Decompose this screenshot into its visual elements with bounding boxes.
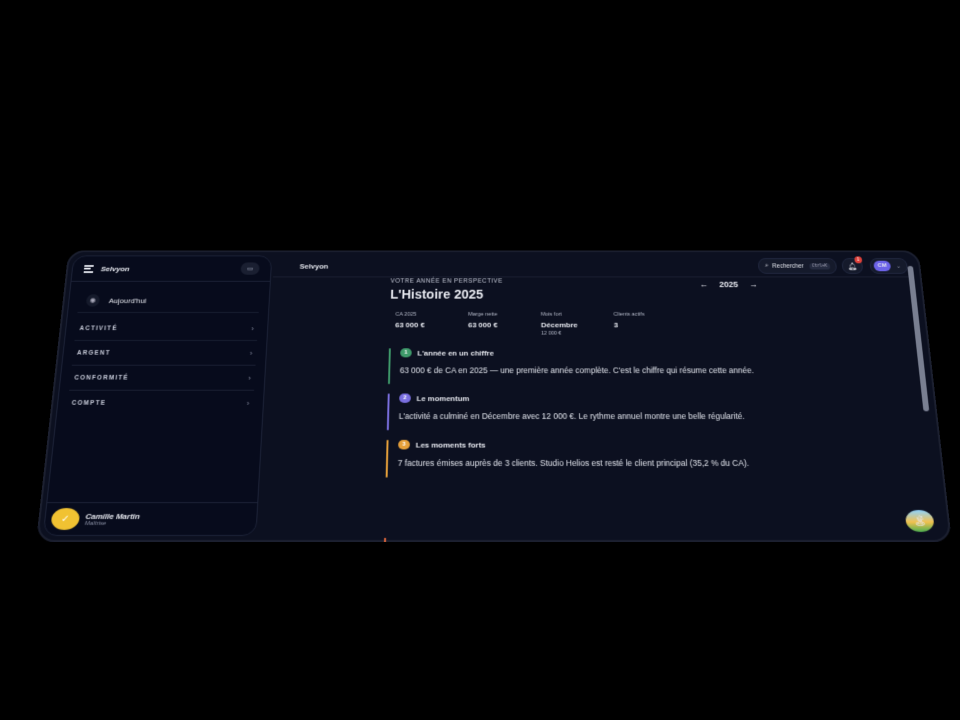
story-number: 1: [400, 348, 412, 357]
story-card: 2 Le momentum L'activité a culminé en Dé…: [387, 394, 795, 423]
chevron-down-icon: ⌄: [896, 263, 901, 269]
page-kicker: VOTRE ANNÉE EN PERSPECTIVE: [391, 278, 766, 284]
story-text: 7 factures émises auprès de 3 clients. S…: [398, 457, 799, 470]
kpi-revenue: CA 2025 63 000 €: [395, 312, 468, 336]
beach-icon: 🏝︎: [913, 515, 927, 526]
user-menu-button[interactable]: CM ⌄: [869, 258, 908, 274]
page-header: VOTRE ANNÉE EN PERSPECTIVE L'Histoire 20…: [389, 278, 769, 336]
story-header: 3 Les moments forts: [398, 440, 797, 450]
next-story-accent: [384, 538, 386, 542]
kpi-active-clients: Clients actifs 3: [613, 312, 687, 336]
story-title: L'année en un chiffre: [417, 349, 493, 357]
scrollbar[interactable]: [907, 266, 929, 411]
bell-icon: 🔔︎: [847, 262, 857, 270]
kpi-label: Clients actifs: [613, 312, 686, 317]
sidebar-section-conformite[interactable]: CONFORMITÉ ›: [69, 366, 255, 391]
story-text: L'activité a culminé en Décembre avec 12…: [399, 410, 795, 422]
user-role: Maîtrise: [85, 520, 140, 526]
chevron-right-icon: ›: [248, 374, 251, 382]
kpi-value: 3: [614, 321, 687, 329]
topbar-title: Selvyon: [299, 262, 758, 270]
sun-icon: ✺: [86, 294, 100, 306]
chevron-right-icon: ›: [250, 349, 253, 357]
notification-badge: 1: [854, 256, 862, 263]
kpi-best-month: Mois fort Décembre 12 000 €: [541, 312, 614, 336]
kpi-subvalue: 12 000 €: [541, 331, 614, 336]
page-title: L'Histoire 2025: [390, 287, 766, 301]
story-header: 1 L'année en un chiffre: [400, 348, 789, 357]
sidebar-section-label: CONFORMITÉ: [74, 374, 129, 380]
kpi-value: 63 000 €: [468, 321, 541, 329]
avatar: ✓: [50, 508, 80, 530]
search-shortcut: Ctrl+K: [809, 263, 830, 269]
kpi-value: Décembre: [541, 321, 614, 329]
story-card: 3 Les moments forts 7 factures émises au…: [386, 440, 799, 470]
kpi-value: 63 000 €: [395, 321, 468, 329]
collapse-sidebar-button[interactable]: ▭: [240, 262, 259, 274]
user-name: Camille Martin: [85, 512, 140, 521]
assistant-avatar[interactable]: 🏝︎: [905, 510, 935, 532]
user-profile[interactable]: ✓ Camille Martin Maîtrise: [44, 502, 258, 535]
sidebar-section-label: ARGENT: [77, 350, 111, 356]
topbar: Selvyon ⌕ Rechercher Ctrl+K 🔔︎ 1 CM ⌄: [273, 255, 909, 277]
sidebar-section-compte[interactable]: COMPTE ›: [67, 391, 254, 415]
story-title: Le momentum: [417, 394, 470, 402]
sidebar-toggle-icon: ▭: [247, 265, 254, 272]
sidebar: Selvyon ▭ ✺ Aujourd'hui ACTIVITÉ › ARGEN…: [43, 255, 273, 535]
sidebar-header: Selvyon ▭: [71, 256, 271, 281]
kpi-label: Mois fort: [541, 312, 614, 317]
logo-icon: [84, 265, 94, 273]
sidebar-item-today[interactable]: ✺ Aujourd'hui: [77, 289, 260, 313]
story-number: 2: [399, 394, 411, 403]
kpi-label: CA 2025: [395, 312, 468, 317]
story-title: Les moments forts: [416, 440, 486, 449]
sidebar-section-argent[interactable]: ARGENT ›: [72, 341, 257, 366]
kpi-label: Marge nette: [468, 312, 541, 317]
brand-name: Selvyon: [100, 265, 241, 273]
sidebar-section-label: ACTIVITÉ: [79, 325, 118, 331]
notifications-button[interactable]: 🔔︎ 1: [841, 258, 863, 274]
sidebar-item-label: Aujourd'hui: [109, 296, 147, 304]
search-label: Rechercher: [772, 263, 804, 269]
kpi-net-margin: Marge nette 63 000 €: [468, 312, 541, 336]
chevron-right-icon: ›: [251, 324, 254, 332]
story-header: 2 Le momentum: [399, 394, 793, 403]
chevron-right-icon: ›: [247, 399, 250, 407]
app-window: Selvyon ▭ ✺ Aujourd'hui ACTIVITÉ › ARGEN…: [36, 250, 952, 542]
story-text: 63 000 € de CA en 2025 — une première an…: [400, 365, 791, 377]
story-number: 3: [398, 440, 410, 450]
sidebar-section-activite[interactable]: ACTIVITÉ ›: [74, 317, 258, 341]
kpi-row: CA 2025 63 000 € Marge nette 63 000 € Mo…: [395, 312, 769, 336]
search-icon: ⌕: [765, 262, 769, 269]
story-list: 1 L'année en un chiffre 63 000 € de CA e…: [385, 348, 799, 487]
story-card: 1 L'année en un chiffre 63 000 € de CA e…: [388, 348, 791, 377]
user-avatar: CM: [873, 261, 891, 272]
search-button[interactable]: ⌕ Rechercher Ctrl+K: [758, 258, 837, 274]
sidebar-section-label: COMPTE: [71, 400, 106, 407]
